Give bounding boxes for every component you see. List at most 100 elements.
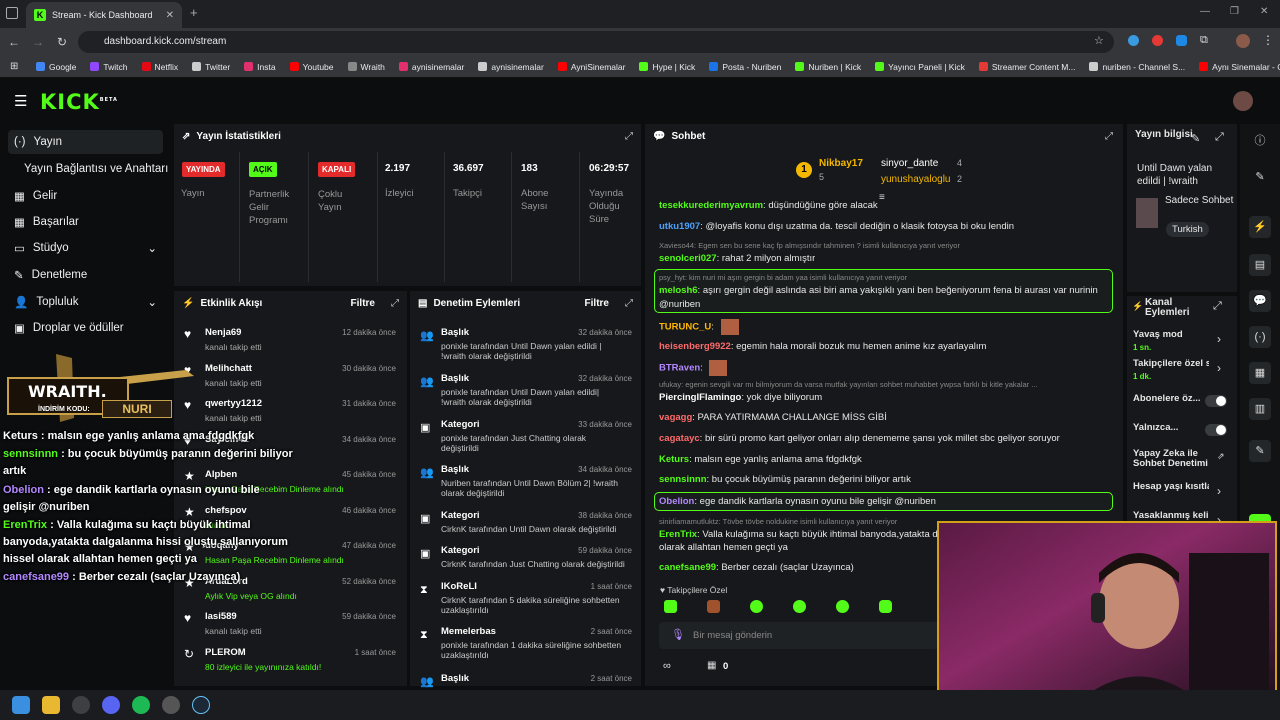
edit-icon[interactable]: ✎ (1249, 166, 1271, 188)
chat-username[interactable]: senolceri027 (659, 253, 717, 264)
apps-grid-icon[interactable]: ⊞ (10, 61, 18, 72)
activity-item[interactable]: ♥ Nenja69 12 dakika önce kanalı takip etti (184, 326, 396, 356)
chrome-icon[interactable] (72, 696, 90, 714)
expand-icon[interactable]: ⤢ (1213, 300, 1222, 313)
chevron-right-icon[interactable]: › (1217, 361, 1221, 375)
bookmark[interactable]: AyniSinemalar (557, 62, 625, 72)
chat-username[interactable]: Obelion (659, 496, 694, 507)
moderation-item[interactable]: ▣ Kategori 59 dakika önce CirknK tarafından… (420, 545, 632, 585)
kick-logo[interactable]: KICKBETA (40, 90, 118, 114)
external-link-icon[interactable]: ⇗ (1217, 451, 1225, 462)
windows-start-icon[interactable] (12, 696, 30, 714)
emote-icon[interactable] (879, 600, 892, 613)
extensions-icon[interactable]: ⧉ (1200, 34, 1208, 47)
activity-item[interactable]: ♥ Melihchatt 30 dakika önce kanalı takip et… (184, 362, 396, 392)
emote-icon[interactable] (750, 600, 763, 613)
bookmark[interactable]: Youtube (289, 62, 334, 72)
expand-icon[interactable]: ⤢ (625, 298, 633, 309)
close-window-icon[interactable]: ✕ (1260, 6, 1268, 17)
browser-tab[interactable]: K Stream - Kick Dashboard ✕ (26, 2, 182, 28)
toggle-switch[interactable] (1205, 424, 1227, 436)
bookmark[interactable]: Aynı Sinemalar - Ça... (1199, 62, 1280, 72)
sidebar-item-droplar[interactable]: ▣ Droplar ve ödüller (8, 316, 163, 340)
url-field[interactable]: dashboard.kick.com/stream (78, 31, 1114, 53)
broadcast-icon[interactable]: (·) (1249, 326, 1271, 348)
channel-action-item[interactable]: Yapay Zeka ile Sohbet Denetimi ⇗ (1133, 449, 1233, 473)
collapse-icon[interactable]: ≡ (879, 192, 885, 203)
file-explorer-icon[interactable] (42, 696, 60, 714)
chat-username[interactable]: melosh6 (659, 285, 698, 296)
channel-action-item[interactable]: Takipçilere özel s 1 dk. › (1133, 359, 1233, 383)
expand-icon[interactable]: ⤢ (625, 131, 633, 142)
expand-icon[interactable]: ⤢ (1215, 131, 1224, 144)
close-tab-icon[interactable]: ✕ (166, 10, 174, 21)
steam-icon[interactable] (192, 696, 210, 714)
obs-icon[interactable] (162, 696, 180, 714)
lightning-icon[interactable]: ⚡ (1249, 216, 1271, 238)
maximize-icon[interactable]: ❐ (1230, 6, 1239, 17)
moderation-item[interactable]: 👥 Başlık 32 dakika önce ponixle tarafından … (420, 373, 632, 413)
document-icon[interactable]: ▤ (1249, 254, 1271, 276)
channel-action-item[interactable]: Abonelere öz... (1133, 394, 1233, 418)
bookmark[interactable]: Nuriben | Kick (795, 62, 861, 72)
bookmark[interactable]: Hype | Kick (639, 62, 695, 72)
emote-icon[interactable] (664, 600, 677, 613)
moderation-item[interactable]: ⧗ Memelerbas 2 saat önce ponixle tarafından… (420, 626, 632, 666)
reload-icon[interactable]: ↻ (50, 35, 74, 49)
hamburger-menu-icon[interactable]: ☰ (14, 92, 27, 110)
chat-username[interactable]: heisenberg9922 (659, 341, 731, 352)
chat-input[interactable]: 🎙 Bir mesaj gönderin (659, 622, 939, 649)
sidebar-item-stream-key[interactable]: Yayın Bağlantısı ve Anahtarı (8, 157, 173, 181)
emote-icon[interactable] (836, 600, 849, 613)
toggle-switch[interactable] (1205, 395, 1227, 407)
channel-action-item[interactable]: Hesap yaşı kısıtla › (1133, 482, 1233, 506)
bookmark[interactable]: Twitter (192, 62, 230, 72)
top-chatter-name[interactable]: Nikbay17 (819, 158, 863, 169)
expand-icon[interactable]: ⤢ (391, 298, 399, 309)
tab-menu-icon[interactable] (6, 7, 18, 19)
chat-username[interactable]: TURUNC_U (659, 322, 711, 333)
back-icon[interactable]: ← (2, 35, 26, 49)
wrench-icon[interactable]: ✎ (1249, 440, 1271, 462)
chat-username[interactable]: sennsinnn (659, 474, 707, 485)
moderation-item[interactable]: ▣ Kategori 38 dakika önce CirknK tarafından… (420, 510, 632, 550)
microphone-icon[interactable]: 🎙 (671, 628, 685, 641)
poll-icon[interactable]: ▥ (1249, 398, 1271, 420)
top-chatter-name[interactable]: yunushayaloglu (881, 174, 951, 185)
extension-icon[interactable] (1128, 35, 1139, 46)
new-tab-icon[interactable]: + (190, 5, 198, 20)
chevron-right-icon[interactable]: › (1217, 484, 1221, 498)
chevron-right-icon[interactable]: › (1217, 332, 1221, 346)
channel-action-item[interactable]: Yavaş mod 1 sn. › (1133, 330, 1233, 354)
channel-action-item[interactable]: Yalnızca... (1133, 423, 1233, 447)
bookmark-star-icon[interactable]: ☆ (1094, 34, 1104, 47)
chat-username[interactable]: PiercingIFlamingo (659, 392, 741, 403)
bookmark[interactable]: Google (36, 62, 76, 72)
activity-item[interactable]: ♥ lasi589 59 dakika önce kanalı takip etti (184, 610, 396, 640)
bookmark[interactable]: aynisinemalar (398, 62, 464, 72)
chat-username[interactable]: utku1907 (659, 221, 700, 232)
chat-username[interactable]: ErenTrix (659, 529, 697, 540)
expand-icon[interactable]: ⤢ (1105, 131, 1113, 142)
moderator-icon[interactable]: ▦ (1249, 362, 1271, 384)
moderation-item[interactable]: ⧗ IKoReLI 1 saat önce CirknK tarafından 5 d… (420, 581, 632, 621)
chat-username[interactable]: cagatayc (659, 433, 700, 444)
bookmark[interactable]: Yayıncı Paneli | Kick (875, 62, 965, 72)
bookmark[interactable]: Streamer Content M... (978, 62, 1075, 72)
emote-icon[interactable] (793, 600, 806, 613)
spotify-icon[interactable] (132, 696, 150, 714)
bookmark[interactable]: aynisinemalar (478, 62, 544, 72)
chat-username[interactable]: vagagg (659, 412, 692, 423)
chat-username[interactable]: canefsane99 (659, 562, 716, 573)
activity-item[interactable]: ♥ qwertyy1212 31 dakika önce kanalı takip e… (184, 397, 396, 427)
chat-username[interactable]: BTRaven (659, 363, 700, 374)
moderation-item[interactable]: 👥 Başlık 34 dakika önce Nuriben tarafından … (420, 464, 632, 504)
user-avatar[interactable] (1233, 91, 1253, 111)
sidebar-item-denetleme[interactable]: ✎ Denetleme (8, 263, 163, 287)
sidebar-item-topluluk[interactable]: 👤 Topluluk ⌄ (8, 290, 163, 314)
chat-username[interactable]: tesekkurederimyavrum (659, 200, 763, 211)
activity-item[interactable]: ↻ PLEROM 1 saat önce 80 izleyici ile yayını… (184, 646, 396, 676)
bookmark[interactable]: Posta - Nuriben (709, 62, 781, 72)
extension-icon[interactable] (1152, 35, 1163, 46)
moderation-item[interactable]: ▣ Kategori 33 dakika önce ponixle tarafında… (420, 419, 632, 459)
